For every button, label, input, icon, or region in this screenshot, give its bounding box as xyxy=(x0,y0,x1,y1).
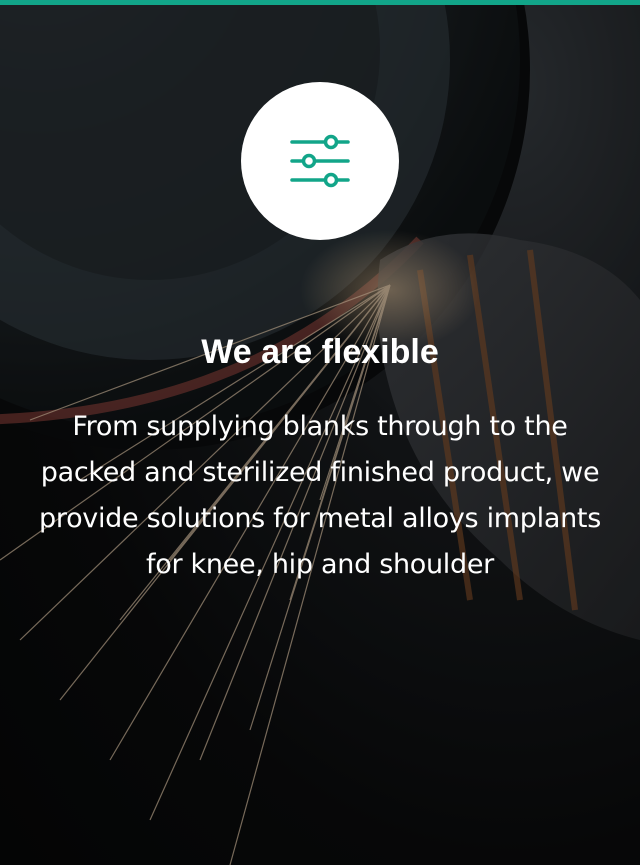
sliders-icon xyxy=(290,134,350,188)
icon-circle xyxy=(241,82,399,240)
feature-card: We are flexible From supplying blanks th… xyxy=(0,0,640,865)
feature-description: From supplying blanks through to the pac… xyxy=(39,411,601,580)
feature-title: We are flexible xyxy=(201,333,439,371)
accent-top-bar xyxy=(0,0,640,5)
